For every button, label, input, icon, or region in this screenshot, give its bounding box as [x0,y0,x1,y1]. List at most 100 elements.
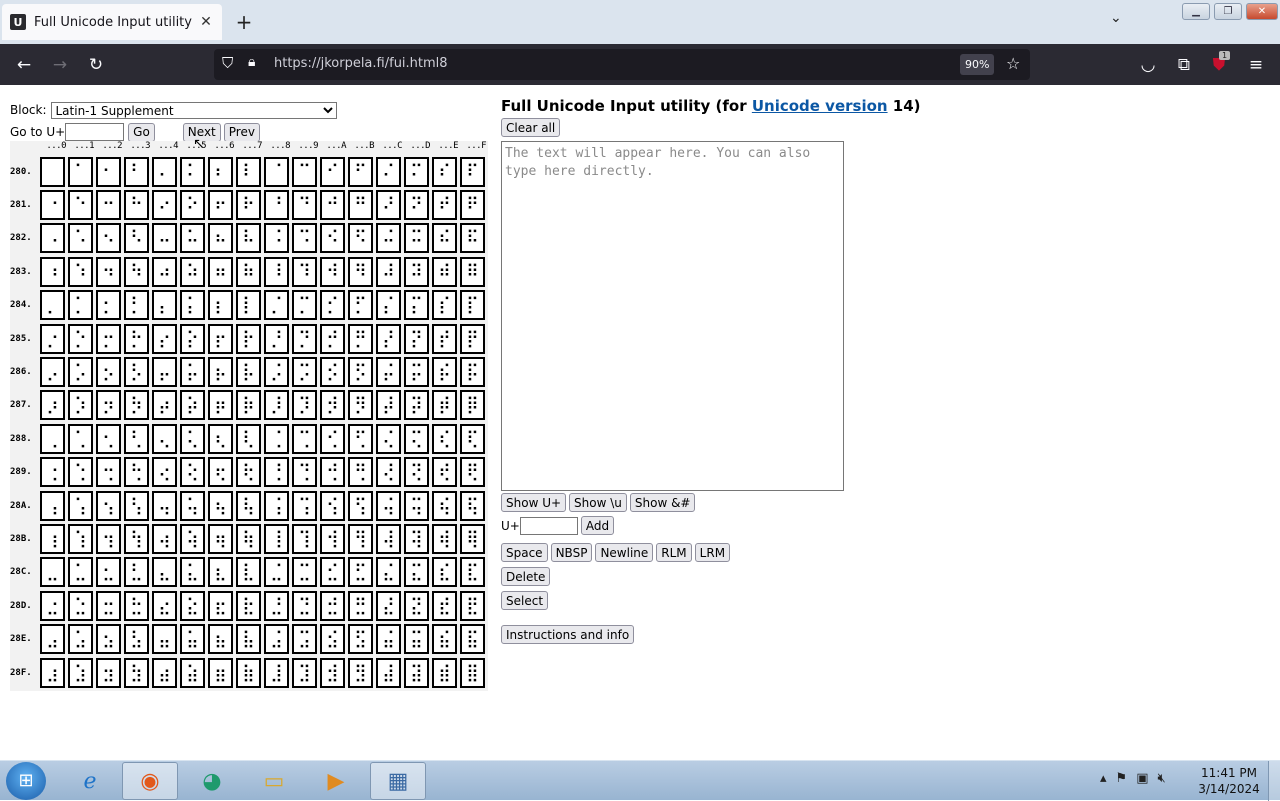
character-cell[interactable]: ⢻ [348,523,373,554]
character-cell[interactable]: ⠄ [152,156,177,187]
character-cell[interactable]: ⢃ [124,423,149,454]
character-cell[interactable]: ⢘ [264,457,289,488]
character-cell[interactable]: ⣎ [432,557,457,588]
character-cell[interactable]: ⣆ [208,557,233,588]
character-cell[interactable]: ⡫ [348,357,373,388]
character-cell[interactable]: ⣀ [40,557,65,588]
character-cell[interactable]: ⢌ [376,423,401,454]
character-cell[interactable]: ⣯ [460,624,485,655]
character-cell[interactable]: ⠃ [124,156,149,187]
character-cell[interactable]: ⢒ [96,457,121,488]
character-cell[interactable]: ⣴ [152,657,177,688]
character-cell[interactable]: ⠹ [292,256,317,287]
character-cell[interactable]: ⡉ [292,290,317,321]
character-cell[interactable]: ⢢ [96,490,121,521]
character-cell[interactable]: ⡨ [264,357,289,388]
character-cell[interactable]: ⣽ [404,657,429,688]
character-cell[interactable]: ⣕ [180,590,205,621]
character-cell[interactable]: ⣙ [292,590,317,621]
character-cell[interactable]: ⢯ [460,490,485,521]
character-cell[interactable]: ⡳ [124,390,149,421]
zoom-level-badge[interactable]: 90% [960,54,995,75]
character-cell[interactable]: ⢐ [40,457,65,488]
character-cell[interactable]: ⣐ [40,590,65,621]
select-button[interactable]: Select [501,591,549,610]
character-cell[interactable]: ⡵ [180,390,205,421]
character-cell[interactable]: ⡬ [376,357,401,388]
character-cell[interactable]: ⡐ [40,323,65,354]
character-cell[interactable]: ⠼ [376,256,401,287]
character-cell[interactable]: ⣠ [40,624,65,655]
character-cell[interactable]: ⢮ [432,490,457,521]
character-cell[interactable]: ⠕ [180,190,205,221]
character-cell[interactable]: ⣢ [96,624,121,655]
nbsp-button[interactable]: NBSP [550,543,593,562]
character-cell[interactable]: ⡁ [68,290,93,321]
character-cell[interactable]: ⢅ [180,423,205,454]
character-cell[interactable]: ⢜ [376,457,401,488]
character-cell[interactable]: ⠝ [404,190,429,221]
character-cell[interactable]: ⠥ [180,223,205,254]
character-cell[interactable]: ⠮ [432,223,457,254]
character-cell[interactable]: ⢈ [264,423,289,454]
character-cell[interactable]: ⠎ [432,156,457,187]
character-cell[interactable]: ⠇ [236,156,261,187]
character-cell[interactable]: ⠡ [68,223,93,254]
prev-button[interactable]: Prev [223,122,260,142]
network-icon[interactable]: ▣ [1136,771,1148,786]
character-cell[interactable]: ⡦ [208,357,233,388]
character-cell[interactable]: ⠁ [68,156,93,187]
character-cell[interactable]: ⠾ [432,256,457,287]
character-cell[interactable]: ⠅ [180,156,205,187]
pocket-icon[interactable]: ◡ [1137,54,1159,76]
character-cell[interactable]: ⠜ [376,190,401,221]
character-cell[interactable]: ⠫ [348,223,373,254]
character-cell[interactable]: ⣱ [68,657,93,688]
show-entity-button[interactable]: Show &# [629,493,696,512]
show-desktop-button[interactable] [1268,761,1280,801]
character-cell[interactable]: ⢔ [152,457,177,488]
character-cell[interactable]: ⣮ [432,624,457,655]
character-cell[interactable]: ⣏ [460,557,485,588]
newline-button[interactable]: Newline [595,543,654,562]
character-cell[interactable]: ⢩ [292,490,317,521]
hamburger-menu-icon[interactable]: ≡ [1245,54,1267,76]
character-cell[interactable]: ⢹ [292,523,317,554]
character-cell[interactable]: ⠨ [264,223,289,254]
character-cell[interactable]: ⢗ [236,457,261,488]
character-cell[interactable]: ⣍ [404,557,429,588]
character-cell[interactable]: ⢰ [40,523,65,554]
character-cell[interactable]: ⢏ [460,423,485,454]
character-cell[interactable]: ⢭ [404,490,429,521]
character-cell[interactable]: ⣹ [292,657,317,688]
control-panel-icon[interactable]: ▦ [370,762,426,800]
character-cell[interactable]: ⢙ [292,457,317,488]
rlm-button[interactable]: RLM [656,543,692,562]
add-codepoint-input[interactable] [519,516,578,535]
character-cell[interactable]: ⡠ [40,357,65,388]
character-cell[interactable]: ⠙ [292,190,317,221]
character-cell[interactable]: ⡘ [264,323,289,354]
character-cell[interactable]: ⢪ [320,490,345,521]
character-cell[interactable]: ⣚ [320,590,345,621]
close-tab-icon[interactable]: ✕ [198,14,214,30]
character-cell[interactable]: ⡙ [292,323,317,354]
character-cell[interactable]: ⠊ [320,156,345,187]
character-cell[interactable]: ⣺ [320,657,345,688]
character-cell[interactable]: ⠪ [320,223,345,254]
new-tab-button[interactable]: + [232,10,256,34]
character-cell[interactable]: ⠳ [124,256,149,287]
character-cell[interactable]: ⠽ [404,256,429,287]
character-cell[interactable]: ⡜ [376,323,401,354]
internet-explorer-icon[interactable]: ℯ [62,762,118,800]
character-cell[interactable]: ⡌ [376,290,401,321]
character-cell[interactable]: ⡤ [152,357,177,388]
character-cell[interactable]: ⡑ [68,323,93,354]
character-cell[interactable]: ⡍ [404,290,429,321]
character-cell[interactable]: ⠣ [124,223,149,254]
character-cell[interactable]: ⢿ [460,523,485,554]
character-cell[interactable]: ⣗ [236,590,261,621]
delete-button[interactable]: Delete [501,567,551,586]
character-cell[interactable]: ⡗ [236,323,261,354]
back-arrow-icon[interactable]: ← [13,54,35,76]
